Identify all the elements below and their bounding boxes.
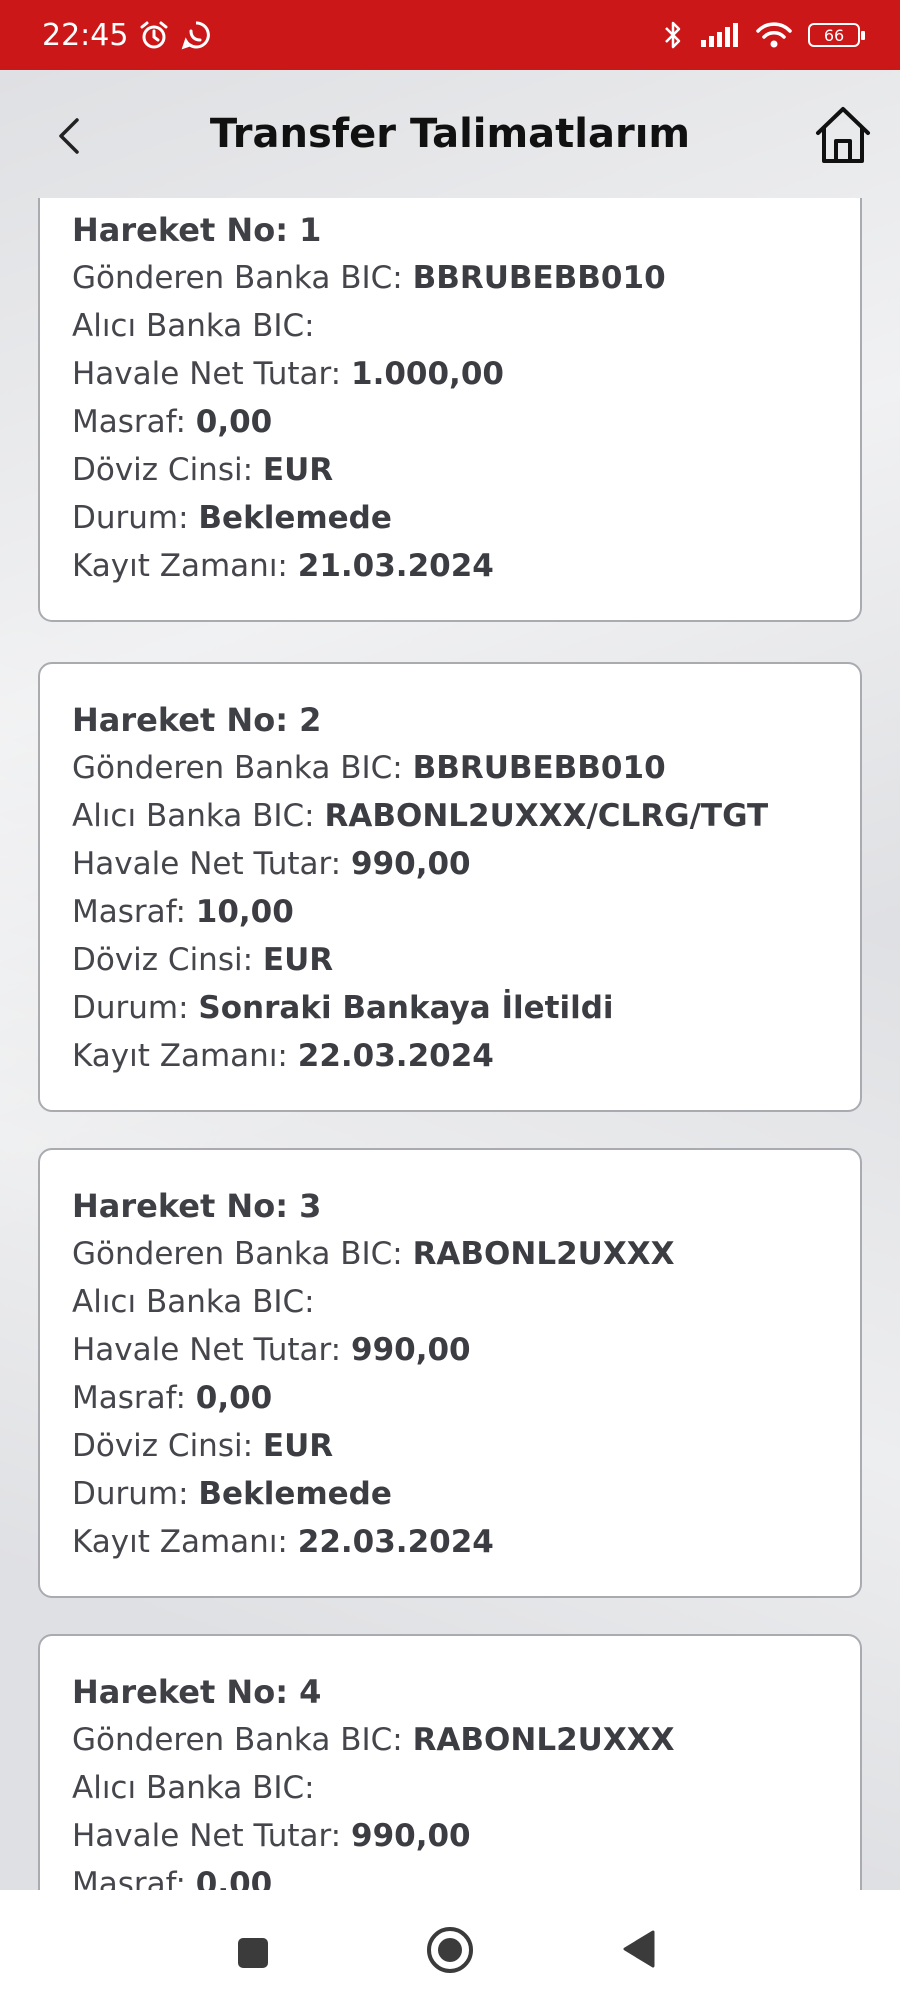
- wifi-icon: [756, 22, 792, 48]
- back-triangle-icon: [623, 1930, 655, 1968]
- transfer-card[interactable]: Hareket No: 2 Gönderen Banka BIC: BBRUBE…: [38, 662, 862, 1112]
- status-row: Durum: Beklemede: [72, 1476, 392, 1512]
- sender-bic-row: Gönderen Banka BIC: RABONL2UXXX: [72, 1236, 675, 1272]
- home-nav-button[interactable]: [420, 1920, 480, 1980]
- fee-row: Masraf: 0,00: [72, 1380, 273, 1416]
- currency-row: Döviz Cinsi: EUR: [72, 942, 334, 978]
- transfer-number: Hareket No: 1: [72, 211, 322, 249]
- record-time-row: Kayıt Zamanı: 22.03.2024: [72, 1038, 494, 1074]
- net-amount-row: Havale Net Tutar: 990,00: [72, 846, 471, 882]
- back-nav-button[interactable]: [614, 1924, 664, 1974]
- receiver-bic-row: Alıcı Banka BIC:: [72, 1770, 315, 1806]
- battery-icon: 66: [808, 23, 865, 47]
- transfer-card[interactable]: Hareket No: 3 Gönderen Banka BIC: RABONL…: [38, 1148, 862, 1598]
- receiver-bic-row: Alıcı Banka BIC:: [72, 308, 315, 344]
- sender-bic-row: Gönderen Banka BIC: BBRUBEBB010: [72, 750, 666, 786]
- alarm-icon: [140, 21, 168, 49]
- chevron-left-icon: [59, 118, 79, 154]
- home-icon: [816, 107, 870, 163]
- sender-bic-row: Gönderen Banka BIC: RABONL2UXXX: [72, 1722, 675, 1758]
- recents-square-icon: [238, 1938, 268, 1968]
- status-bar: 22:45 66: [0, 0, 900, 70]
- system-nav-bar: [0, 1890, 900, 2000]
- transfer-number: Hareket No: 4: [72, 1673, 322, 1711]
- whatsapp-icon: [182, 21, 211, 50]
- net-amount-row: Havale Net Tutar: 990,00: [72, 1332, 471, 1368]
- status-row: Durum: Beklemede: [72, 500, 392, 536]
- app-header: Transfer Talimatlarım: [0, 70, 900, 198]
- home-circle-icon: [427, 1927, 473, 1973]
- battery-level: 66: [823, 25, 845, 45]
- fee-row: Masraf: 0,00: [72, 1866, 273, 1890]
- bluetooth-icon: [665, 21, 681, 49]
- currency-row: Döviz Cinsi: EUR: [72, 452, 334, 488]
- net-amount-row: Havale Net Tutar: 990,00: [72, 1818, 471, 1854]
- back-button[interactable]: [44, 108, 94, 164]
- transfer-card[interactable]: Hareket No: 1 Gönderen Banka BIC: BBRUBE…: [38, 198, 862, 622]
- fee-row: Masraf: 10,00: [72, 894, 294, 930]
- receiver-bic-row: Alıcı Banka BIC:: [72, 1284, 315, 1320]
- recents-button[interactable]: [228, 1928, 278, 1978]
- status-row: Durum: Sonraki Bankaya İletildi: [72, 990, 614, 1026]
- transfer-card[interactable]: Hareket No: 4 Gönderen Banka BIC: RABONL…: [38, 1634, 862, 1890]
- net-amount-row: Havale Net Tutar: 1.000,00: [72, 356, 504, 392]
- sender-bic-row: Gönderen Banka BIC: BBRUBEBB010: [72, 260, 666, 296]
- page-title: Transfer Talimatlarım: [209, 111, 691, 157]
- transfer-list[interactable]: Hareket No: 1 Gönderen Banka BIC: BBRUBE…: [0, 198, 900, 1890]
- receiver-bic-row: Alıcı Banka BIC: RABONL2UXXX/CLRG/TGT: [72, 798, 769, 834]
- home-button[interactable]: [808, 100, 878, 170]
- fee-row: Masraf: 0,00: [72, 404, 273, 440]
- transfer-number: Hareket No: 2: [72, 701, 322, 739]
- record-time-row: Kayıt Zamanı: 22.03.2024: [72, 1524, 494, 1560]
- record-time-row: Kayıt Zamanı: 21.03.2024: [72, 548, 494, 584]
- currency-row: Döviz Cinsi: EUR: [72, 1428, 334, 1464]
- signal-icon: [701, 23, 738, 47]
- status-time: 22:45: [42, 17, 129, 53]
- transfer-number: Hareket No: 3: [72, 1187, 322, 1225]
